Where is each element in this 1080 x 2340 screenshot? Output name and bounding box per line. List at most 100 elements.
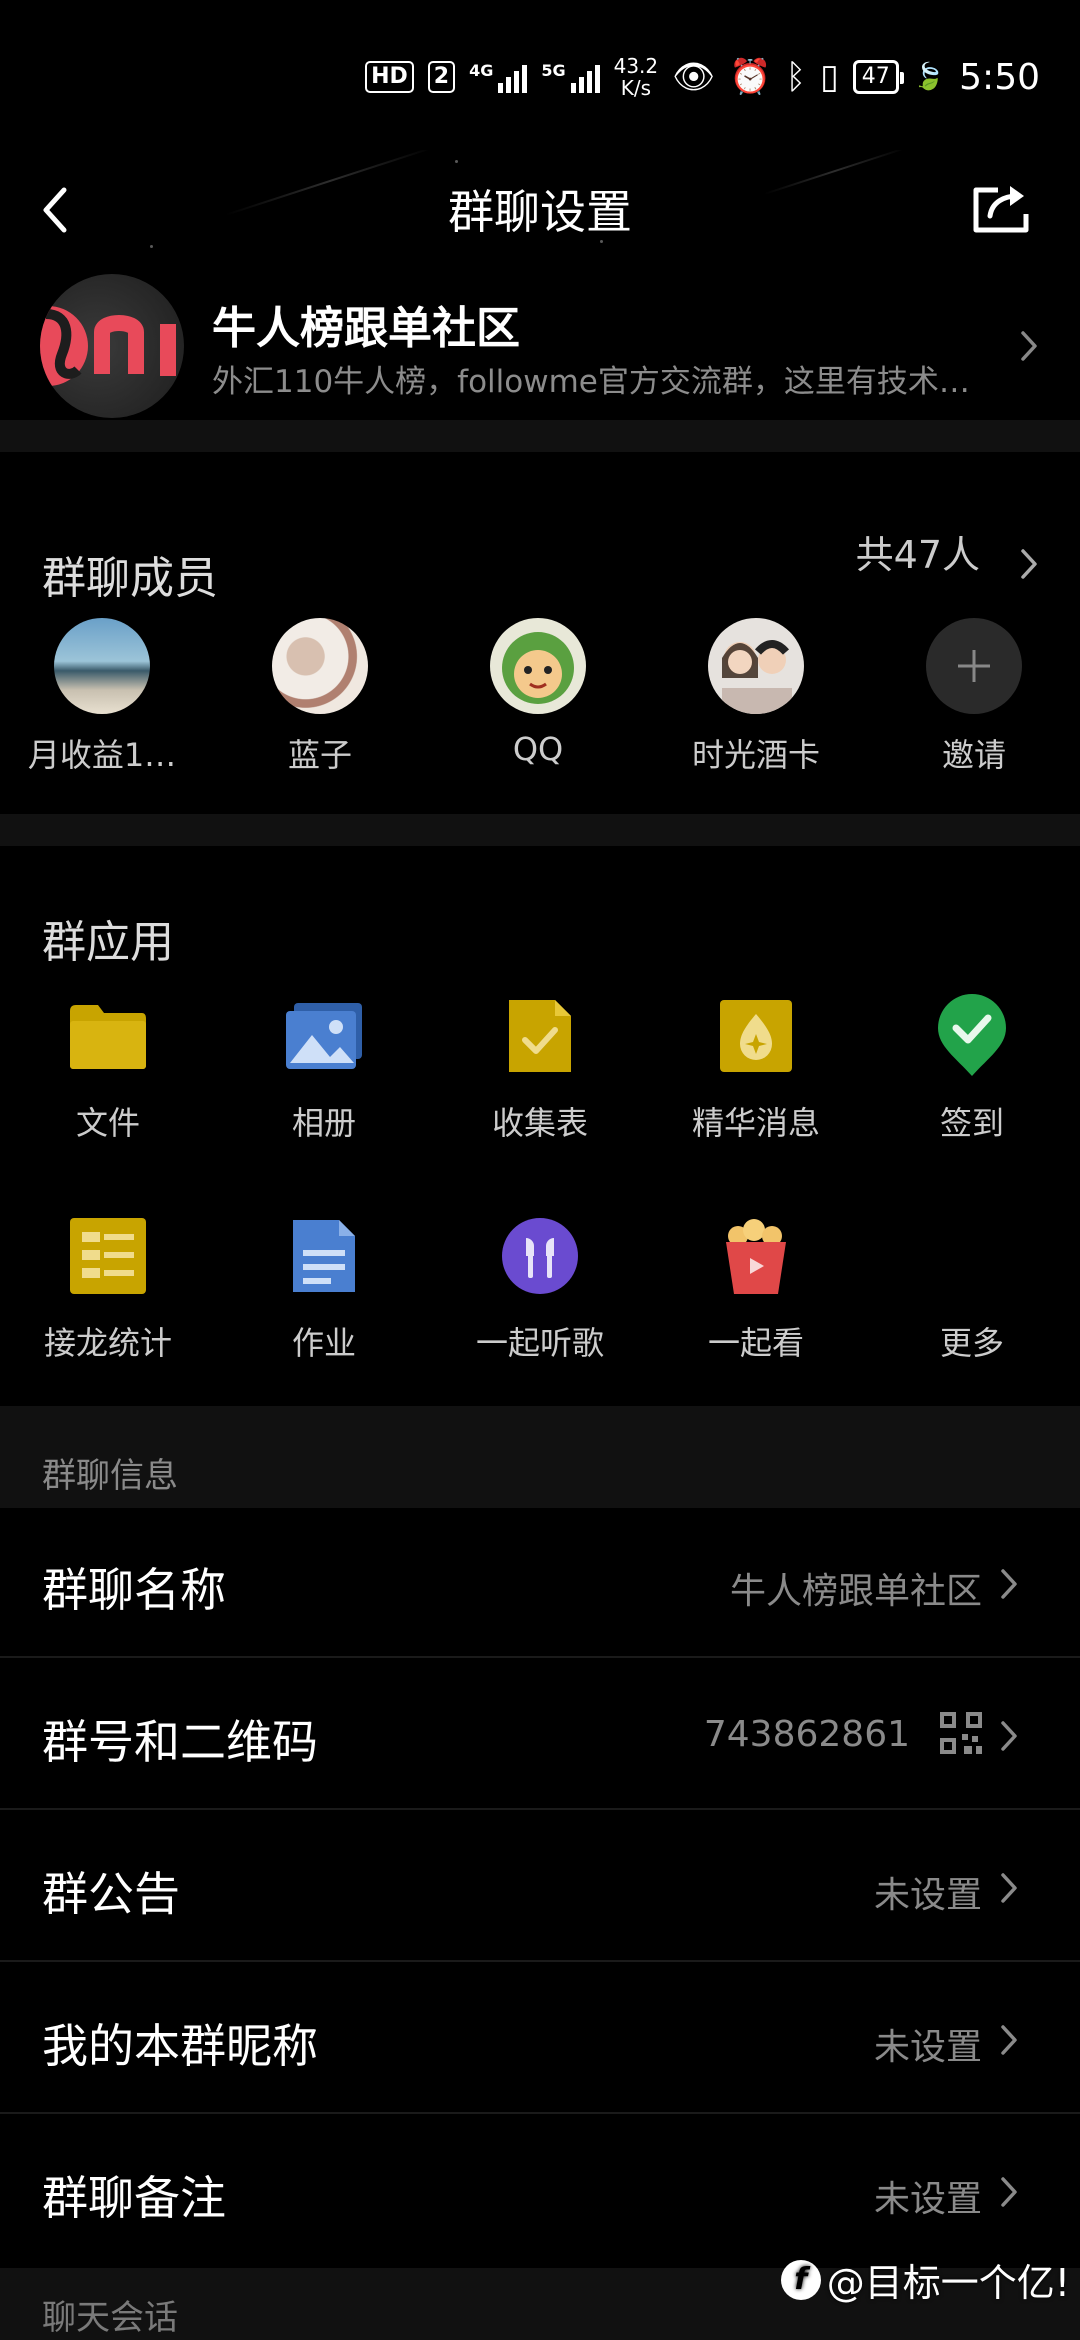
member-name: QQ (512, 730, 564, 768)
row-group-announcement[interactable]: 群公告 未设置 (0, 1812, 1080, 1962)
app-form[interactable]: 收集表 (440, 996, 640, 1144)
more-icon (932, 1216, 1012, 1296)
folder-icon (68, 996, 148, 1076)
info-section-header: 群聊信息 (0, 1406, 1080, 1508)
signal-5g-icon: 5G (541, 61, 600, 93)
apps-title: 群应用 (42, 917, 174, 968)
members-count[interactable]: 共47人 (856, 524, 980, 579)
alarm-icon: ⏰ (729, 57, 772, 97)
essence-icon (716, 996, 796, 1076)
title-bar: 群聊设置 (0, 150, 1080, 270)
qr-code-icon (940, 1712, 982, 1758)
app-label: 更多 (939, 1324, 1004, 1362)
row-label: 群号和二维码 (42, 1715, 318, 1769)
share-icon (973, 186, 1029, 233)
leaf-icon: 🍃 (912, 62, 946, 92)
info-section-title: 群聊信息 (42, 1456, 178, 1496)
sim-badge: 2 (427, 61, 456, 93)
hd-badge: HD (365, 61, 414, 93)
chevron-right-icon[interactable] (1014, 544, 1044, 584)
row-group-number-qr[interactable]: 群号和二维码 743862861 (0, 1660, 1080, 1810)
row-group-name[interactable]: 群聊名称 牛人榜跟单社区 (0, 1508, 1080, 1658)
chevron-right-icon (994, 1716, 1024, 1756)
homework-icon (284, 1216, 364, 1296)
section-divider (0, 814, 1080, 846)
app-relay[interactable]: 接龙统计 (8, 1216, 208, 1364)
battery-icon: 47 (852, 60, 904, 94)
page-title: 群聊设置 (448, 185, 632, 239)
relay-icon (68, 1216, 148, 1296)
group-apps-section: 群应用 文件 相册 收集表 精华消息 签到 接龙统计 作业 一起听歌 一起看 更… (0, 846, 1080, 1406)
platform-logo-icon: f (780, 2259, 821, 2300)
invite-button[interactable]: 邀请 (874, 618, 1074, 776)
network-speed: 43.2 K/s (613, 54, 659, 100)
member-avatar (272, 618, 368, 714)
status-icons: HD 2 4G 5G 43.2 K/s 👁 ⏰ ᛒ ▯ 47 🍃 5:50 (365, 55, 1040, 99)
row-label: 我的本群昵称 (42, 2019, 318, 2073)
app-album[interactable]: 相册 (224, 996, 424, 1144)
member-name: 月收益1… (27, 736, 177, 774)
row-value: 牛人榜跟单社区 (729, 1571, 982, 1612)
app-label: 相册 (291, 1104, 356, 1142)
clock-time: 5:50 (959, 56, 1040, 98)
album-icon (284, 996, 364, 1076)
watermark-text: @目标一个亿! (826, 2261, 1070, 2305)
members-title: 群聊成员 (42, 553, 218, 604)
row-label: 群公告 (42, 1867, 180, 1921)
chevron-right-icon (994, 2172, 1024, 2212)
group-avatar (40, 274, 184, 418)
row-value: 743862861 (703, 1714, 910, 1755)
chevron-right-icon (994, 1564, 1024, 1604)
member-item[interactable]: 时光酒卡 (656, 618, 856, 776)
checkin-icon (932, 994, 1012, 1076)
member-avatar (54, 618, 150, 714)
chat-section-title: 聊天会话 (42, 2298, 178, 2338)
app-checkin[interactable]: 签到 (872, 994, 1072, 1144)
form-icon (500, 996, 580, 1076)
row-my-nickname[interactable]: 我的本群昵称 未设置 (0, 1964, 1080, 2114)
app-label: 签到 (939, 1104, 1004, 1142)
row-label: 群聊备注 (42, 2171, 226, 2225)
decor-star (455, 160, 458, 163)
member-avatar (708, 618, 804, 714)
group-name: 牛人榜跟单社区 (212, 303, 520, 354)
share-button[interactable] (962, 168, 1042, 248)
member-item[interactable]: 月收益1… (2, 618, 202, 776)
app-label: 收集表 (491, 1104, 588, 1142)
app-file[interactable]: 文件 (8, 996, 208, 1144)
app-label: 一起看 (707, 1324, 804, 1362)
app-label: 一起听歌 (475, 1324, 604, 1362)
plus-icon (926, 618, 1022, 714)
app-label: 作业 (291, 1324, 356, 1362)
row-value: 未设置 (873, 2027, 982, 2068)
signal-4g-icon: 4G (469, 61, 528, 93)
status-bar: HD 2 4G 5G 43.2 K/s 👁 ⏰ ᛒ ▯ 47 🍃 5:50 (0, 0, 1080, 150)
chevron-right-icon (1014, 326, 1044, 366)
row-value: 未设置 (873, 2179, 982, 2220)
popcorn-icon (716, 1216, 796, 1296)
decor-star (150, 245, 153, 248)
member-item[interactable]: 蓝子 (220, 618, 420, 776)
eye-icon: 👁 (672, 57, 716, 97)
app-label: 精华消息 (691, 1104, 820, 1142)
group-profile-card[interactable]: 牛人榜跟单社区 外汇110牛人榜，followme官方交流群，这里有技术… (0, 270, 1080, 420)
member-name: 蓝子 (287, 736, 352, 774)
app-listen-together[interactable]: 一起听歌 (440, 1216, 640, 1364)
app-label: 文件 (75, 1104, 140, 1142)
watermark: f @目标一个亿! (780, 2252, 1070, 2307)
vibrate-icon: ▯ (820, 57, 839, 97)
group-members-section: 群聊成员 共47人 月收益1… 蓝子 QQ 时光酒卡 邀请 (0, 452, 1080, 814)
row-group-remark[interactable]: 群聊备注 未设置 (0, 2116, 1080, 2268)
member-avatar (490, 618, 586, 714)
app-watch-together[interactable]: 一起看 (656, 1216, 856, 1364)
app-more[interactable]: 更多 (872, 1216, 1072, 1364)
invite-label: 邀请 (941, 736, 1006, 774)
app-essence[interactable]: 精华消息 (656, 996, 856, 1144)
app-homework[interactable]: 作业 (224, 1216, 424, 1364)
member-item[interactable]: QQ (438, 618, 638, 768)
bluetooth-icon: ᛒ (785, 57, 807, 97)
chevron-right-icon (994, 2020, 1024, 2060)
headphones-icon (500, 1216, 580, 1296)
section-divider (0, 420, 1080, 452)
app-label: 接龙统计 (43, 1324, 172, 1362)
